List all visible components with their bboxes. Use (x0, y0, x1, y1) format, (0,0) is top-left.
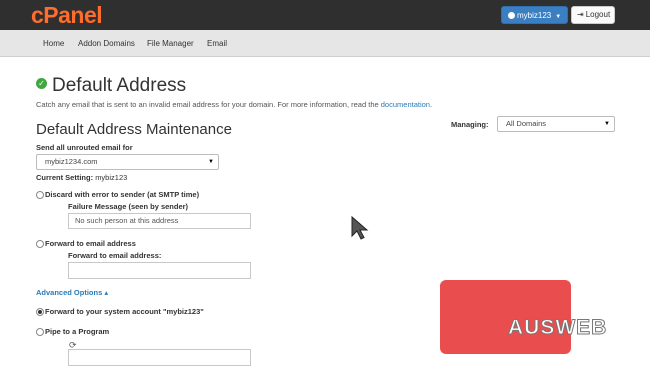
page-description-text: Catch any email that is sent to an inval… (36, 100, 379, 109)
send-unrouted-label: Send all unrouted email for (36, 143, 133, 152)
cpanel-logo[interactable]: cPanel (31, 2, 103, 29)
current-setting-value: mybiz123 (95, 173, 128, 182)
discard-label: Discard with error to sender (at SMTP ti… (45, 190, 200, 199)
page-description-end: . (429, 100, 433, 109)
mouse-cursor-icon (351, 215, 369, 240)
chevron-down-icon: ▼ (604, 121, 610, 127)
forward-field-label: Forward to email address: (68, 251, 162, 260)
caret-up-icon: ▴ (104, 288, 109, 297)
page-description: Catch any email that is sent to an inval… (36, 100, 432, 109)
user-icon (508, 12, 515, 19)
pipe-radio[interactable] (36, 328, 44, 336)
logout-label: Logout (585, 10, 611, 19)
managing-select-value: All Domains (506, 119, 547, 128)
forward-radio[interactable] (36, 240, 44, 248)
system-account-radio[interactable] (36, 308, 44, 316)
domain-select-value: mybiz1234.com (45, 157, 98, 166)
discard-radio[interactable] (36, 191, 44, 199)
chevron-down-icon: ▼ (208, 159, 214, 165)
section-title: Default Address Maintenance (36, 121, 232, 138)
managing-label: Managing: (451, 120, 489, 129)
current-setting: Current Setting: mybiz123 (36, 173, 127, 182)
advanced-options-toggle[interactable]: Advanced Options ▴ (36, 288, 108, 297)
pipe-program-input[interactable] (68, 349, 251, 366)
system-account-label: Forward to your system account "mybiz123… (45, 307, 204, 316)
managing-select[interactable]: All Domains ▼ (497, 116, 615, 132)
top-bar: cPanel mybiz123 ▼ ⇥ Logout (0, 0, 650, 30)
user-label: mybiz123 (517, 11, 552, 20)
forward-label: Forward to email address (45, 239, 136, 248)
pipe-label: Pipe to a Program (45, 327, 110, 336)
failure-message-label: Failure Message (seen by sender) (68, 202, 189, 211)
advanced-options-label: Advanced Options (36, 288, 103, 297)
current-setting-label: Current Setting: (36, 173, 94, 182)
caret-down-icon: ▼ (555, 14, 562, 20)
user-menu-button[interactable]: mybiz123 ▼ (501, 6, 568, 24)
nav-item-file-manager[interactable]: File Manager (147, 39, 194, 48)
logout-button[interactable]: ⇥ Logout (571, 6, 615, 24)
nav-item-email[interactable]: Email (207, 39, 227, 48)
documentation-link[interactable]: documentation (381, 100, 430, 109)
logout-icon: ⇥ (577, 10, 584, 19)
nav-item-addon-domains[interactable]: Addon Domains (78, 39, 135, 48)
page-title: Default Address (52, 75, 187, 96)
nav-item-home[interactable]: Home (43, 39, 64, 48)
watermark-text: AUSWEB (507, 316, 608, 340)
domain-select[interactable]: mybiz1234.com ▼ (36, 154, 219, 170)
failure-message-input[interactable]: No such person at this address (68, 213, 251, 229)
breadcrumb-nav: Home Addon Domains File Manager Email (0, 30, 650, 57)
default-address-icon: ✓ (36, 78, 47, 89)
forward-email-input[interactable] (68, 262, 251, 279)
